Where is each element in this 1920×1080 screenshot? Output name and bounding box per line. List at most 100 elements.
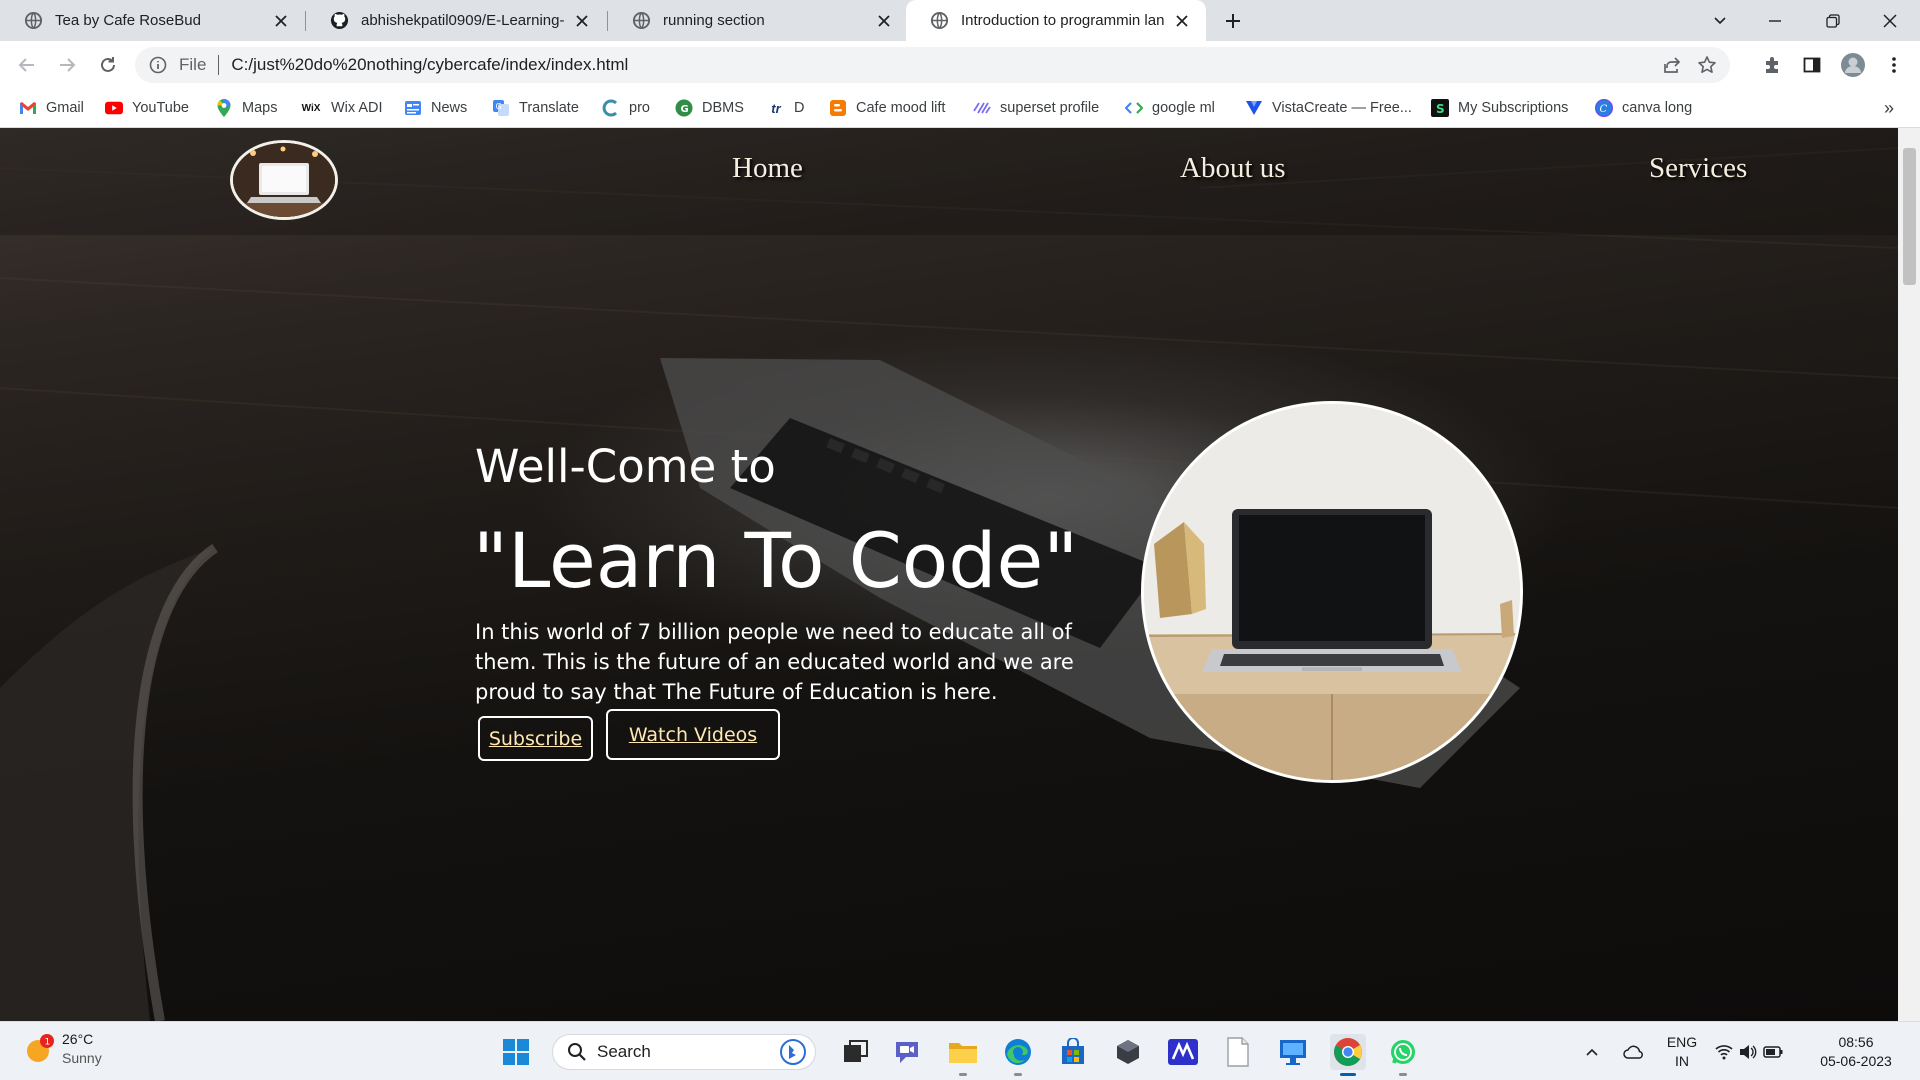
address-bar[interactable]: File C:/just%20do%20nothing/cybercafe/in… xyxy=(135,47,1730,83)
tray-overflow-button[interactable] xyxy=(1580,1022,1604,1080)
profile-avatar[interactable] xyxy=(1839,51,1867,79)
weather-widget[interactable]: 1 26°C Sunny xyxy=(24,1030,102,1068)
kebab-menu-icon xyxy=(1892,57,1896,73)
app-m-icon xyxy=(1168,1039,1198,1065)
bookmark-google-ml[interactable]: google ml xyxy=(1125,89,1215,127)
bookmark-translate[interactable]: G Translate xyxy=(492,89,579,127)
svg-text:G: G xyxy=(496,102,502,111)
page-viewport: Home About us Services Well-Come to "Lea… xyxy=(0,128,1898,1021)
browser-menu-button[interactable] xyxy=(1880,51,1908,79)
arrow-left-icon xyxy=(18,58,34,72)
bookmarks-overflow-button[interactable]: » xyxy=(1884,89,1894,127)
reload-button[interactable] xyxy=(94,51,122,79)
forward-button[interactable] xyxy=(53,51,81,79)
bookmark-gmail[interactable]: Gmail xyxy=(19,89,84,127)
whatsapp-icon xyxy=(1391,1040,1415,1064)
page-scrollbar-thumb[interactable] xyxy=(1903,148,1916,285)
site-logo[interactable] xyxy=(230,140,338,220)
cloud-sync-button[interactable] xyxy=(1620,1022,1648,1080)
store-button[interactable] xyxy=(1055,1034,1091,1070)
nav-services[interactable]: Services xyxy=(1649,152,1747,185)
tab-github[interactable]: abhishekpatil0909/E-Learning-W xyxy=(306,0,606,41)
star-icon[interactable] xyxy=(1697,55,1717,75)
task-view-button[interactable] xyxy=(838,1034,874,1070)
gmail-icon xyxy=(19,99,37,117)
new-tab-button[interactable] xyxy=(1220,8,1246,34)
language-code: ENG xyxy=(1666,1033,1698,1050)
bookmark-dbms[interactable]: G DBMS xyxy=(675,89,744,127)
info-icon[interactable] xyxy=(149,56,167,74)
extensions-button[interactable] xyxy=(1758,51,1786,79)
app-cube-icon xyxy=(1117,1040,1139,1064)
bookmark-d[interactable]: tr D xyxy=(767,89,804,127)
chrome-button[interactable] xyxy=(1330,1034,1366,1076)
code-icon xyxy=(1125,99,1143,117)
bookmark-canva-long[interactable]: C canva long xyxy=(1595,89,1692,127)
bookmark-superset-profile[interactable]: superset profile xyxy=(973,89,1099,127)
blogger-icon xyxy=(829,99,847,117)
maps-icon xyxy=(215,99,233,117)
tab-introduction-to-programming[interactable]: Introduction to programmin lang xyxy=(906,0,1206,41)
bookmark-cafe-mood-lift[interactable]: Cafe mood lift xyxy=(829,89,945,127)
back-button[interactable] xyxy=(13,51,41,79)
watch-videos-button[interactable]: Watch Videos xyxy=(606,709,780,760)
whatsapp-button[interactable] xyxy=(1385,1034,1421,1076)
hero-laptop-image xyxy=(1141,401,1523,783)
bookmark-maps[interactable]: Maps xyxy=(215,89,277,127)
tab-running-section[interactable]: running section xyxy=(608,0,908,41)
tab-close-icon[interactable] xyxy=(874,11,894,31)
nav-about-us[interactable]: About us xyxy=(1180,152,1286,185)
url-text[interactable]: C:/just%20do%20nothing/cybercafe/index/i… xyxy=(231,55,628,75)
bookmark-wix-adi[interactable]: WiX Wix ADI xyxy=(300,89,383,127)
teams-chat-button[interactable] xyxy=(889,1034,925,1070)
laptop-photo xyxy=(1144,404,1520,780)
chevron-up-icon xyxy=(1586,1048,1598,1056)
bookmark-label: pro xyxy=(629,100,650,116)
chrome-icon xyxy=(1334,1038,1362,1066)
clock[interactable]: 08:56 05-06-2023 xyxy=(1806,1022,1906,1080)
subscribe-button[interactable]: Subscribe xyxy=(478,716,593,761)
bookmark-label: Wix ADI xyxy=(331,100,383,116)
bookmark-my-subscriptions[interactable]: S My Subscriptions xyxy=(1431,89,1568,127)
tab-tea-by-cafe-rosebud[interactable]: Tea by Cafe RoseBud xyxy=(0,0,305,41)
edge-button[interactable] xyxy=(1000,1034,1036,1076)
bookmark-youtube[interactable]: YouTube xyxy=(105,89,189,127)
nav-home[interactable]: Home xyxy=(732,152,803,185)
file-explorer-icon xyxy=(949,1043,977,1063)
start-button[interactable] xyxy=(498,1034,534,1070)
side-panel-button[interactable] xyxy=(1798,51,1826,79)
windows-start-icon xyxy=(503,1039,529,1065)
vista-icon xyxy=(1245,99,1263,117)
svg-text:S: S xyxy=(1436,102,1445,116)
bookmark-label: My Subscriptions xyxy=(1458,100,1569,116)
app-monitor-button[interactable] xyxy=(1275,1034,1311,1070)
tab-close-icon[interactable] xyxy=(271,11,291,31)
app-m-button[interactable] xyxy=(1165,1034,1201,1070)
taskbar-search-label: Search xyxy=(597,1042,651,1061)
tab-close-icon[interactable] xyxy=(572,11,592,31)
file-explorer-button[interactable] xyxy=(945,1034,981,1076)
bookmark-label: google ml xyxy=(1152,100,1215,116)
tab-close-icon[interactable] xyxy=(1172,11,1192,31)
tab-search-button[interactable] xyxy=(1705,8,1735,34)
translate-icon: G xyxy=(492,99,510,117)
bookmark-pro[interactable]: pro xyxy=(602,89,650,127)
notepad-button[interactable] xyxy=(1220,1034,1256,1070)
restore-button[interactable] xyxy=(1813,6,1853,36)
app-cube-button[interactable] xyxy=(1110,1034,1146,1070)
search-icon xyxy=(568,1043,586,1061)
bookmark-news[interactable]: News xyxy=(404,89,467,127)
share-icon[interactable] xyxy=(1662,55,1682,75)
github-icon xyxy=(330,11,349,30)
hero-description: In this world of 7 billion people we nee… xyxy=(475,620,1074,704)
language-region: IN xyxy=(1675,1052,1689,1069)
bookmark-label: VistaCreate — Free... xyxy=(1272,100,1412,116)
tab-title: Introduction to programmin lang xyxy=(961,12,1164,29)
quick-settings-button[interactable] xyxy=(1714,1022,1784,1080)
taskbar-search-box[interactable]: Search xyxy=(552,1034,816,1070)
globe-icon xyxy=(930,11,949,30)
minimize-button[interactable] xyxy=(1755,6,1795,36)
bookmark-vistacreate[interactable]: VistaCreate — Free... xyxy=(1245,89,1412,127)
close-window-button[interactable] xyxy=(1870,6,1910,36)
language-indicator[interactable]: ENG IN xyxy=(1662,1022,1702,1080)
